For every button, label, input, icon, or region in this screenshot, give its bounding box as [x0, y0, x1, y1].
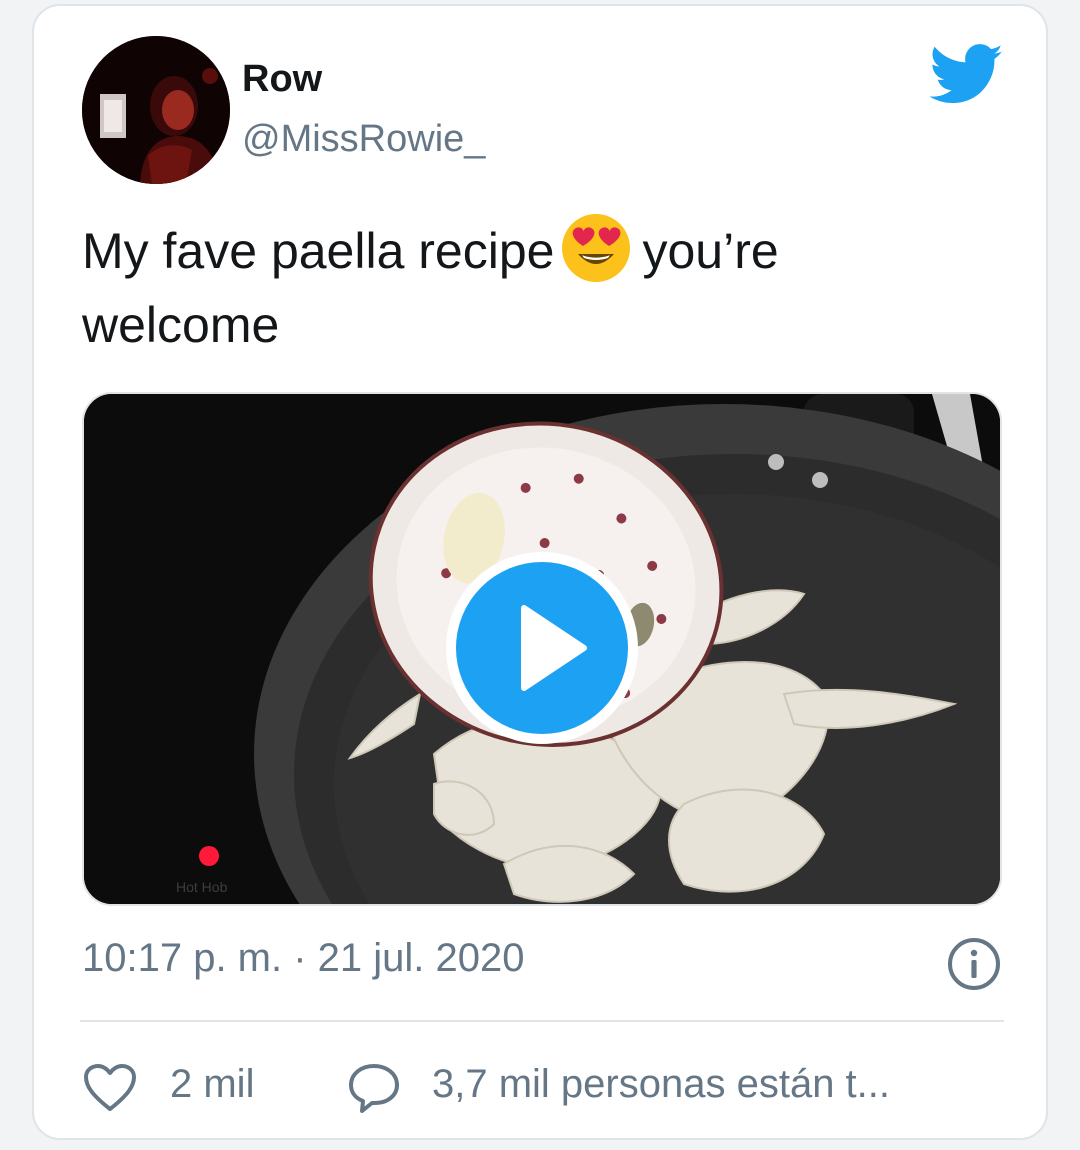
- like-count[interactable]: 2 mil: [170, 1062, 254, 1107]
- heart-icon[interactable]: [82, 1062, 138, 1114]
- speech-bubble-icon[interactable]: [346, 1060, 402, 1116]
- author-name[interactable]: Row: [242, 58, 322, 101]
- avatar-image: [82, 36, 230, 184]
- avatar[interactable]: [82, 36, 230, 184]
- divider: [80, 1020, 1004, 1022]
- tweet-timestamp[interactable]: 10:17 p. m. · 21 jul. 2020: [82, 936, 525, 981]
- author-handle[interactable]: @MissRowie_: [242, 118, 485, 161]
- video-watermark: Hot Hob: [176, 879, 228, 895]
- tweet-text: My fave paella recipe you’re welcome: [82, 212, 982, 362]
- tweet-text-part1: My fave paella recipe: [82, 223, 555, 279]
- heart-eyes-emoji-icon: [562, 214, 631, 282]
- twitter-bird-icon[interactable]: [930, 44, 1004, 106]
- conversation-count[interactable]: 3,7 mil personas están t...: [432, 1062, 890, 1107]
- play-icon[interactable]: [444, 550, 640, 746]
- video-player[interactable]: Hot Hob: [82, 392, 1002, 906]
- info-icon[interactable]: [946, 936, 1002, 992]
- tweet-card[interactable]: Row @MissRowie_ My fave paella recipe yo…: [32, 4, 1048, 1140]
